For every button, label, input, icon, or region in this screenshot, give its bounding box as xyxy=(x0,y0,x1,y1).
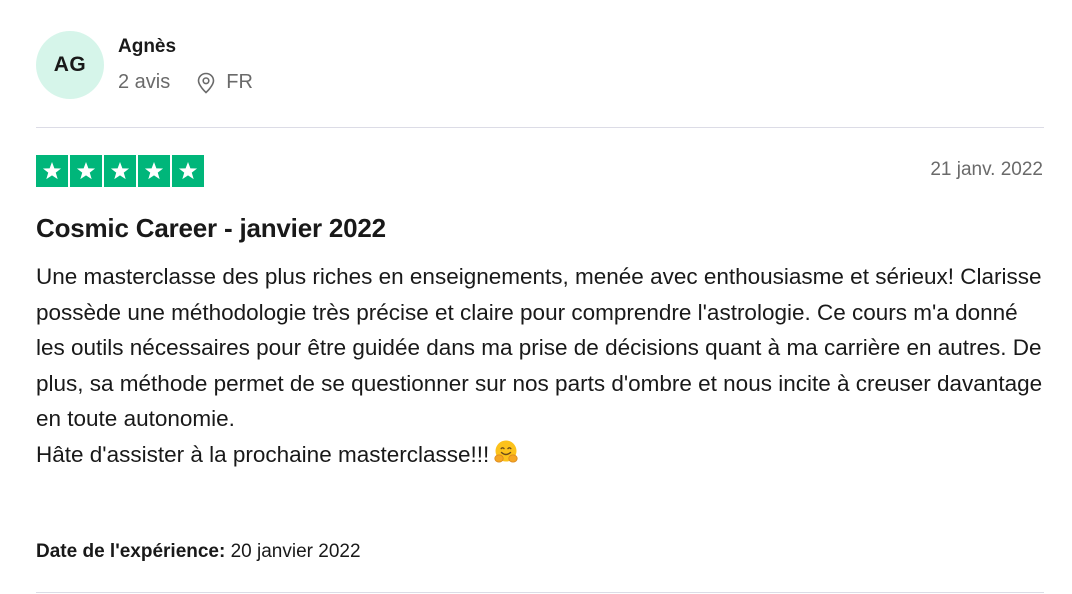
star-rating xyxy=(36,155,204,187)
star-icon xyxy=(172,155,204,187)
star-icon xyxy=(138,155,170,187)
review-paragraph: Une masterclasse des plus riches en ense… xyxy=(36,264,1043,431)
star-icon xyxy=(104,155,136,187)
star-icon xyxy=(36,155,68,187)
reviewer-meta: 2 avis FR xyxy=(118,71,253,94)
hugging-face-icon xyxy=(493,439,519,476)
reviewer-name[interactable]: Agnès xyxy=(118,36,176,58)
review-date: 21 janv. 2022 xyxy=(930,159,1043,180)
review-closing-text: Hâte d'assister à la prochaine mastercla… xyxy=(36,441,490,467)
review-body: Une masterclasse des plus riches en ense… xyxy=(36,259,1051,475)
star-icon xyxy=(70,155,102,187)
divider xyxy=(36,127,1044,128)
divider xyxy=(36,592,1044,593)
experience-date-value: 20 janvier 2022 xyxy=(230,541,361,562)
review-count: 2 avis xyxy=(118,71,171,93)
review-paragraph-closing: Hâte d'assister à la prochaine mastercla… xyxy=(36,437,1051,476)
avatar[interactable]: AG xyxy=(36,31,104,99)
avatar-initials: AG xyxy=(53,53,87,76)
experience-date: Date de l'expérience: 20 janvier 2022 xyxy=(36,541,361,563)
location-pin-icon xyxy=(196,72,216,94)
review-title[interactable]: Cosmic Career - janvier 2022 xyxy=(36,213,386,244)
experience-date-label: Date de l'expérience: xyxy=(36,541,226,562)
reviewer-country: FR xyxy=(226,71,253,93)
